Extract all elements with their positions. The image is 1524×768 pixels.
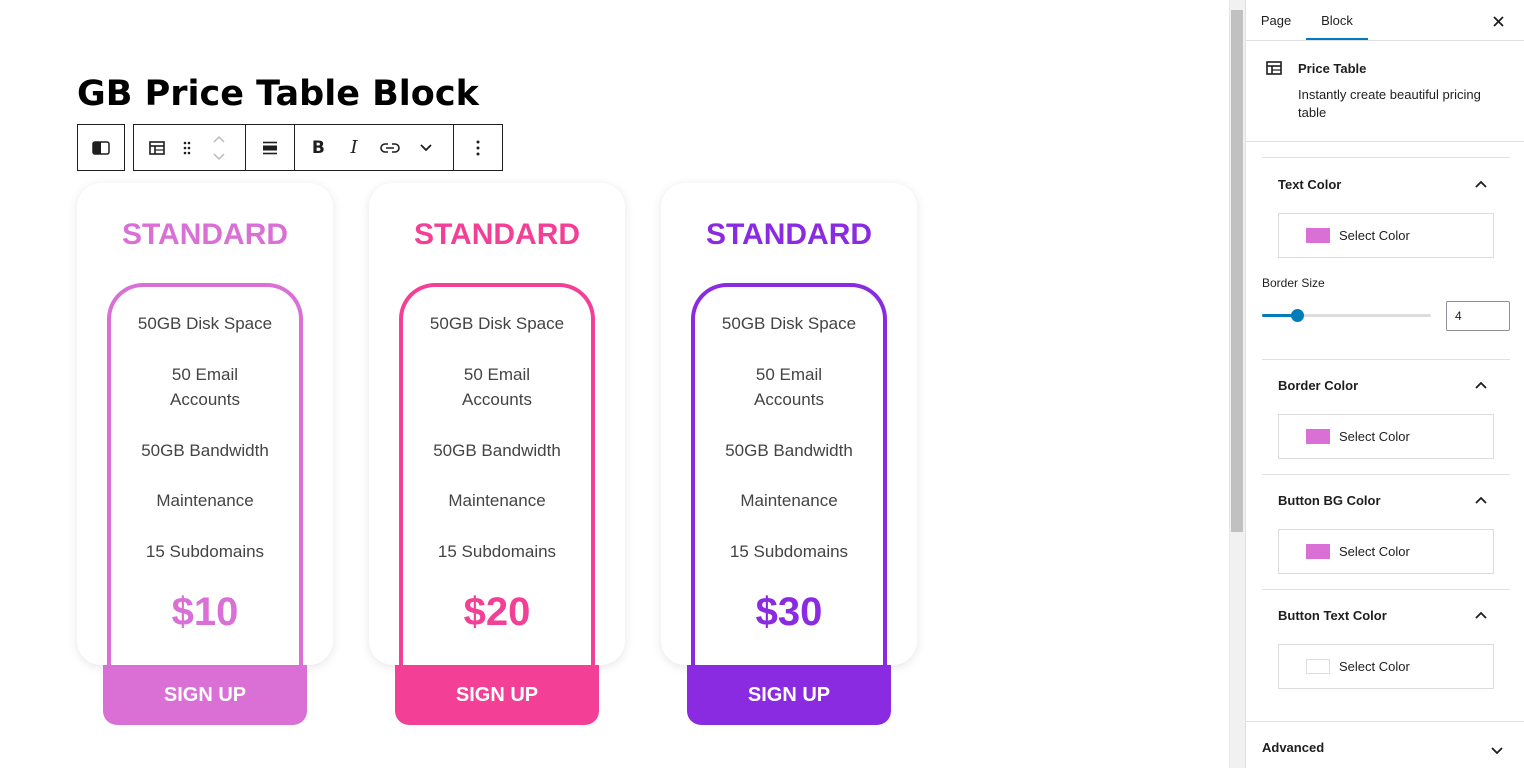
tab-block[interactable]: Block <box>1306 0 1368 41</box>
feature-item: 15 Subdomains <box>437 542 557 561</box>
page-title[interactable]: GB Price Table Block <box>77 73 479 115</box>
feature-item: Maintenance <box>740 491 838 510</box>
border-size-slider-thumb[interactable] <box>1291 309 1304 322</box>
drag-handle-icon <box>183 141 190 154</box>
options-icon <box>476 140 480 155</box>
color-swatch <box>1306 659 1330 674</box>
panel-title-button-bg-color[interactable]: Button BG Color <box>1278 493 1381 508</box>
feature-item: 15 Subdomains <box>729 542 849 561</box>
editor-scrollbar-thumb[interactable] <box>1231 10 1243 532</box>
feature-item: 50 Email Accounts <box>170 365 240 409</box>
feature-item: 15 Subdomains <box>145 542 265 561</box>
feature-item: 50GB Bandwidth <box>141 441 269 460</box>
border-color-picker[interactable]: Select Color <box>1278 414 1494 459</box>
panel-title-text-color[interactable]: Text Color <box>1278 177 1341 192</box>
move-down-icon[interactable] <box>213 152 225 160</box>
block-name: Price Table <box>1298 61 1367 76</box>
divider <box>1246 721 1524 722</box>
divider <box>1262 589 1510 590</box>
card-title: STANDARD <box>413 218 581 251</box>
block-layout-icon <box>92 140 110 155</box>
collapse-button-text-color[interactable] <box>1475 607 1487 622</box>
collapse-text-color[interactable] <box>1475 176 1487 191</box>
feature-item: 50 Email Accounts <box>462 365 532 409</box>
chevron-down-icon <box>1491 747 1503 755</box>
border-size-label: Border Size <box>1262 276 1325 290</box>
feature-item: 50GB Bandwidth <box>433 441 561 460</box>
price: $30 <box>755 590 823 634</box>
button-bg-color-picker[interactable]: Select Color <box>1278 529 1494 574</box>
feature-item: 50GB Disk Space <box>429 314 565 333</box>
tab-page[interactable]: Page <box>1246 0 1306 41</box>
mover <box>193 125 245 170</box>
close-sidebar-button[interactable] <box>1486 9 1510 33</box>
card-title: STANDARD <box>121 218 289 251</box>
block-layout-button[interactable] <box>78 125 124 170</box>
align-button[interactable] <box>246 125 294 170</box>
block-toolbar: B I <box>133 124 503 171</box>
price-card[interactable]: STANDARD 50GB Disk Space 50 Email Accoun… <box>369 183 625 665</box>
more-rich-text-icon <box>420 144 433 151</box>
panel-title-button-text-color[interactable]: Button Text Color <box>1278 608 1387 623</box>
button-text-color-picker[interactable]: Select Color <box>1278 644 1494 689</box>
feature-item: Maintenance <box>448 491 546 510</box>
feature-item: 50GB Disk Space <box>137 314 273 333</box>
close-icon <box>1492 15 1504 27</box>
block-icon <box>1266 61 1282 78</box>
collapse-button-bg-color[interactable] <box>1475 492 1487 507</box>
link-button[interactable] <box>366 125 414 170</box>
select-color-label: Select Color <box>1339 659 1410 674</box>
select-color-label: Select Color <box>1339 544 1410 559</box>
table-icon <box>1266 61 1282 75</box>
divider <box>1262 359 1510 360</box>
block-toolbar-parent <box>77 124 125 171</box>
signup-button[interactable]: SIGN UP <box>103 665 307 725</box>
price-card[interactable]: STANDARD 50GB Disk Space 50 Email Accoun… <box>661 183 917 665</box>
collapse-border-color[interactable] <box>1475 377 1487 392</box>
block-description: Instantly create beautiful pricing table <box>1298 87 1481 120</box>
feature-item: 50 Email Accounts <box>754 365 824 409</box>
text-color-picker[interactable]: Select Color <box>1278 213 1494 258</box>
bold-button[interactable]: B <box>295 125 343 170</box>
feature-item: 50GB Bandwidth <box>725 441 853 460</box>
italic-button[interactable]: I <box>342 125 366 170</box>
chevron-up-icon <box>1475 180 1487 188</box>
move-up-icon[interactable] <box>213 135 225 143</box>
feature-item: 50GB Disk Space <box>721 314 857 333</box>
chevron-up-icon <box>1475 496 1487 504</box>
color-swatch <box>1306 429 1330 444</box>
price: $20 <box>463 590 531 634</box>
chevron-up-icon <box>1475 611 1487 619</box>
align-icon <box>262 141 277 154</box>
divider <box>1246 40 1524 41</box>
panel-title-border-color[interactable]: Border Color <box>1278 378 1358 393</box>
signup-button[interactable]: SIGN UP <box>687 665 891 725</box>
border-size-input[interactable] <box>1446 301 1510 331</box>
price-card[interactable]: STANDARD 50GB Disk Space 50 Email Accoun… <box>77 183 333 665</box>
link-icon <box>380 142 400 153</box>
bold-icon: B <box>311 137 325 158</box>
price: $10 <box>171 590 239 634</box>
chevron-up-icon <box>1475 381 1487 389</box>
select-color-label: Select Color <box>1339 228 1410 243</box>
italic-icon: I <box>350 137 358 158</box>
table-button[interactable] <box>134 125 180 170</box>
settings-sidebar: Page Block Price Table Instantly create … <box>1245 0 1524 768</box>
color-swatch <box>1306 228 1330 243</box>
feature-item: Maintenance <box>156 491 254 510</box>
card-title: STANDARD <box>705 218 873 251</box>
table-icon <box>148 140 165 155</box>
select-color-label: Select Color <box>1339 429 1410 444</box>
divider <box>1246 141 1524 142</box>
drag-handle[interactable] <box>180 125 194 170</box>
divider <box>1262 474 1510 475</box>
more-rich-text-button[interactable] <box>414 125 440 170</box>
options-button[interactable] <box>454 125 502 170</box>
panel-title-advanced[interactable]: Advanced <box>1262 740 1324 755</box>
expand-advanced[interactable] <box>1491 742 1503 757</box>
divider <box>1262 157 1510 158</box>
color-swatch <box>1306 544 1330 559</box>
signup-button[interactable]: SIGN UP <box>395 665 599 725</box>
